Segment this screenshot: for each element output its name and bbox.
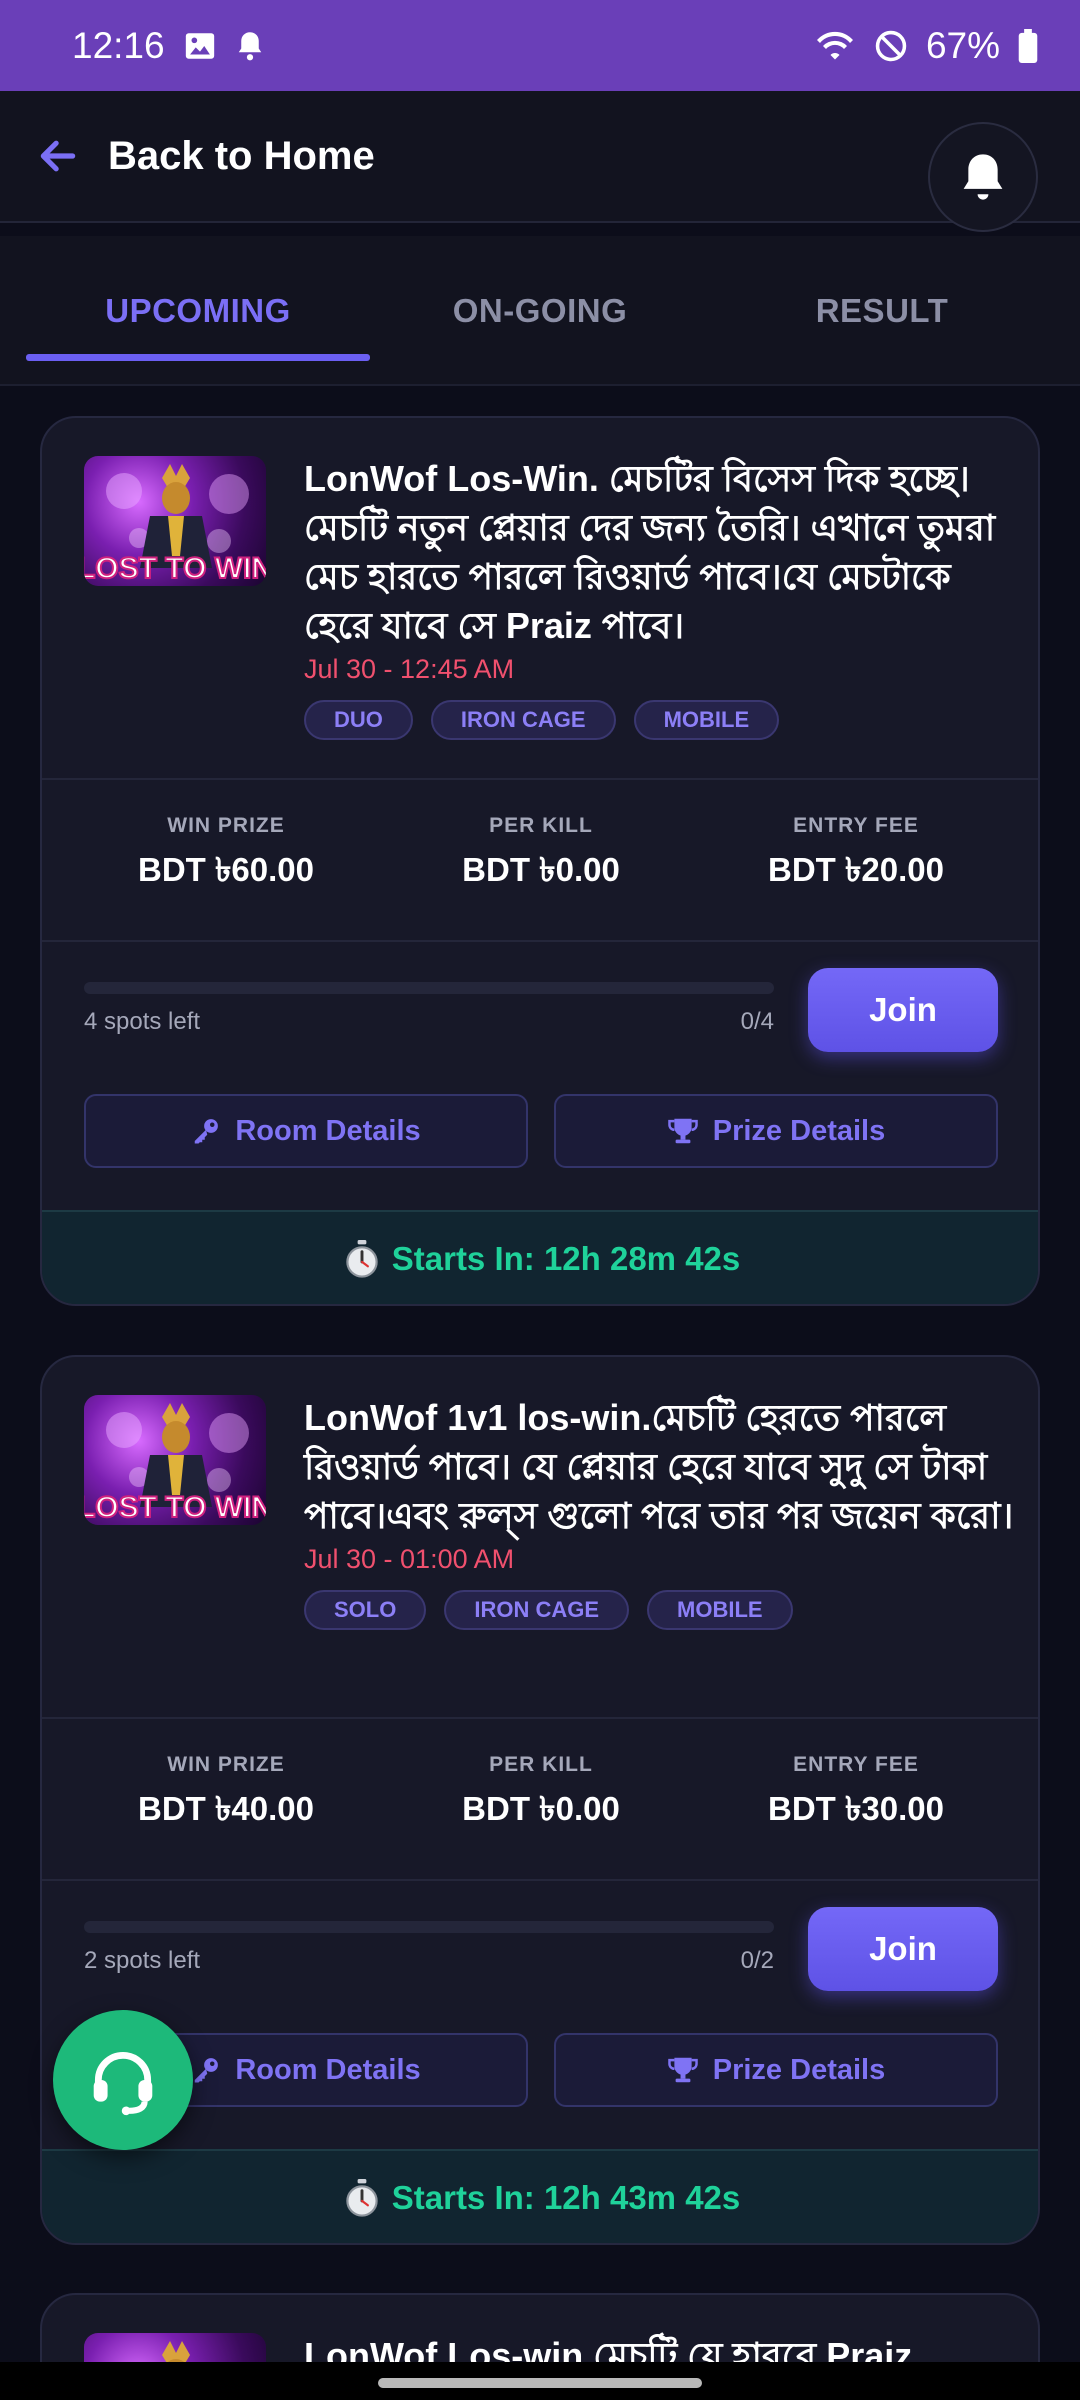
back-to-home-label: Back to Home	[108, 133, 375, 178]
spots-progress-bar	[84, 1921, 774, 1933]
prize-details-label: Prize Details	[712, 2053, 886, 2086]
tag-chip: DUO	[304, 700, 413, 740]
stat-value: BDT ৳40.00	[137, 1790, 314, 1827]
countdown-bar: Starts In: 12h 28m 42s	[42, 1210, 1038, 1304]
prize-details-button[interactable]: Prize Details	[554, 2033, 998, 2107]
notification-bell-icon	[235, 29, 265, 63]
tab-ongoing[interactable]: ON-GOING	[368, 236, 712, 386]
countdown-text: Starts In: 12h 28m 42s	[391, 1240, 741, 1277]
win-prize-stat: WIN PRIZE BDT ৳40.00	[76, 1753, 376, 1839]
stopwatch-icon	[346, 1240, 378, 1278]
svg-text:LOST TO WIN: LOST TO WIN	[84, 552, 266, 585]
svg-text:LOST TO WIN: LOST TO WIN	[84, 1491, 266, 1524]
stat-label: WIN PRIZE	[167, 1753, 285, 1776]
match-date: Jul 30 - 12:45 AM	[304, 654, 515, 684]
per-kill-stat: PER KILL BDT ৳0.00	[391, 814, 691, 900]
tag-chip: IRON CAGE	[444, 1590, 630, 1630]
stat-value: BDT ৳30.00	[767, 1790, 944, 1827]
battery-icon	[1018, 28, 1038, 63]
stopwatch-icon	[346, 2179, 378, 2217]
prize-details-button[interactable]: Prize Details	[554, 1094, 998, 1168]
divider	[42, 1879, 1038, 1881]
back-arrow-icon	[40, 140, 76, 172]
support-chat-button[interactable]	[53, 2010, 193, 2150]
tab-result[interactable]: RESULT	[710, 236, 1054, 386]
trophy-icon	[667, 1118, 698, 1144]
back-to-home-button[interactable]: Back to Home	[36, 134, 375, 179]
tab-bar: UPCOMING ON-GOING RESULT	[0, 236, 1080, 386]
divider	[42, 1717, 1038, 1719]
match-card: LOST TO WIN LonWof Los-Win. মেচটির বিসেস…	[40, 416, 1040, 1306]
match-title: LonWof Los-Win. মেচটির বিসেস দিক হচ্ছে। …	[304, 458, 996, 646]
match-card: LOST TO WIN LonWof 1v1 los-win.মেচটি হের…	[40, 1355, 1040, 2245]
stat-value: BDT ৳0.00	[462, 851, 620, 888]
stat-label: PER KILL	[489, 1753, 593, 1776]
join-button[interactable]: Join	[808, 1907, 998, 1991]
stat-value: BDT ৳60.00	[137, 851, 314, 888]
match-thumbnail: LOST TO WIN	[84, 1395, 266, 1525]
divider	[42, 940, 1038, 942]
notification-bell-icon	[963, 154, 1003, 200]
entry-fee-stat: ENTRY FEE BDT ৳30.00	[706, 1753, 1006, 1839]
match-tags: SOLO IRON CAGE MOBILE	[304, 1590, 793, 1630]
headset-support-icon	[93, 2052, 153, 2116]
per-kill-stat: PER KILL BDT ৳0.00	[391, 1753, 691, 1839]
status-time: 12:16	[72, 24, 165, 66]
spots-left-label: 4 spots left	[84, 1008, 201, 1035]
key-icon	[195, 2058, 219, 2083]
battery-percent: 67%	[925, 24, 1000, 66]
do-not-disturb-icon	[874, 29, 908, 63]
entry-fee-stat: ENTRY FEE BDT ৳20.00	[706, 814, 1006, 900]
win-prize-stat: WIN PRIZE BDT ৳60.00	[76, 814, 376, 900]
match-title: LonWof 1v1 los-win.মেচটি হেরতে পারলে রিও…	[304, 1397, 1014, 1536]
stat-label: PER KILL	[489, 814, 593, 837]
tag-chip: SOLO	[304, 1590, 427, 1630]
room-details-label: Room Details	[235, 2053, 421, 2086]
status-bar: 12:16 67%	[0, 0, 1080, 91]
stat-value: BDT ৳20.00	[767, 851, 944, 888]
trophy-icon	[667, 2057, 698, 2083]
prize-details-label: Prize Details	[712, 1114, 886, 1147]
home-gesture-handle[interactable]	[378, 2378, 702, 2388]
stat-value: BDT ৳0.00	[462, 1790, 620, 1827]
spots-progress-bar	[84, 982, 774, 994]
system-navigation-bar	[0, 2362, 1080, 2400]
notifications-button[interactable]	[928, 122, 1038, 232]
match-tags: DUO IRON CAGE MOBILE	[304, 700, 780, 740]
countdown-text: Starts In: 12h 43m 42s	[391, 2179, 741, 2216]
tag-chip: MOBILE	[647, 1590, 793, 1630]
stat-label: WIN PRIZE	[167, 814, 285, 837]
room-details-button[interactable]: Room Details	[84, 1094, 528, 1168]
wifi-icon	[814, 29, 856, 63]
divider	[42, 778, 1038, 780]
tag-chip: MOBILE	[633, 700, 780, 740]
match-thumbnail: LOST TO WIN	[84, 456, 266, 586]
tab-active-indicator	[26, 354, 370, 361]
room-details-label: Room Details	[235, 1114, 421, 1147]
match-date: Jul 30 - 01:00 AM	[304, 1544, 515, 1574]
spots-left-label: 2 spots left	[84, 1947, 201, 1974]
stat-label: ENTRY FEE	[793, 814, 919, 837]
app-header: Back to Home	[0, 91, 1080, 232]
tag-chip: IRON CAGE	[430, 700, 616, 740]
tab-upcoming[interactable]: UPCOMING	[26, 236, 370, 386]
joined-count: 0/4	[740, 1008, 774, 1035]
joined-count: 0/2	[740, 1947, 774, 1974]
countdown-bar: Starts In: 12h 43m 42s	[42, 2149, 1038, 2243]
join-button[interactable]: Join	[808, 968, 998, 1052]
key-icon	[195, 1119, 219, 1144]
stat-label: ENTRY FEE	[793, 1753, 919, 1776]
image-icon	[183, 29, 217, 63]
